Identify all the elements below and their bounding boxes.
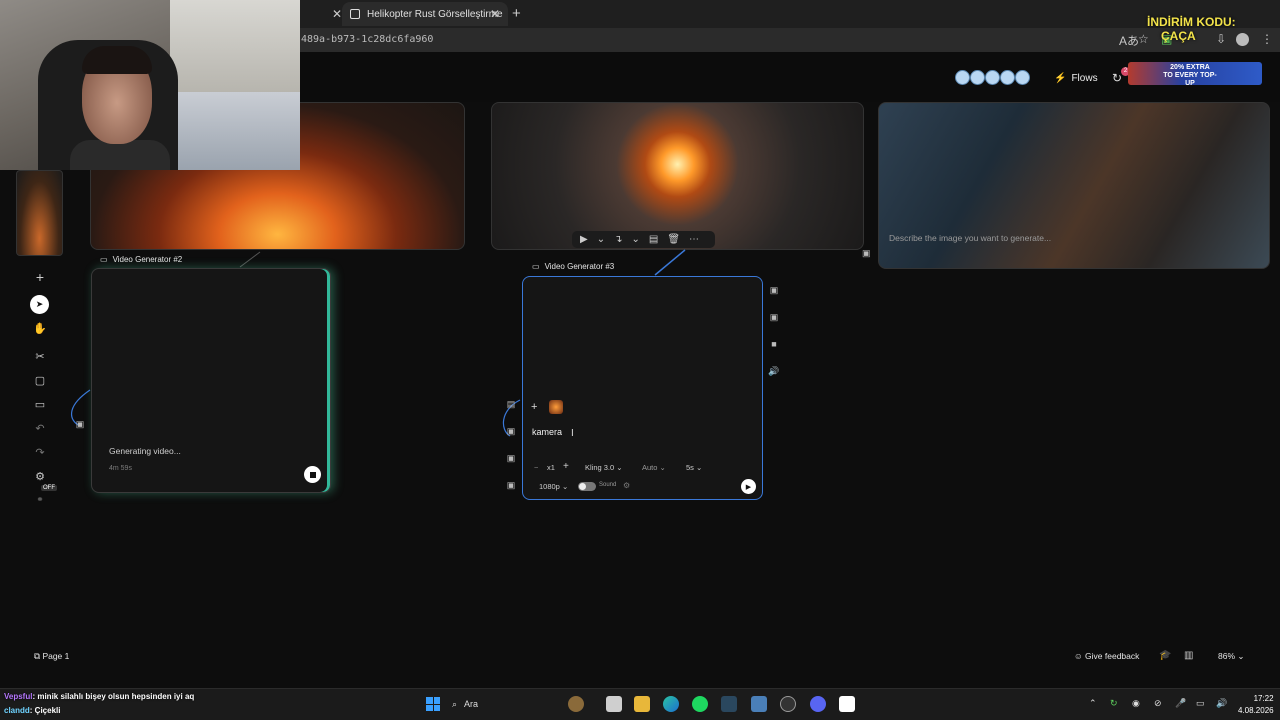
tray-sync-icon[interactable]: ↻ (1110, 698, 1118, 709)
reference-thumbnail[interactable] (549, 400, 563, 414)
image-input-icon[interactable]: ▣ (504, 426, 518, 437)
file-explorer-icon[interactable] (634, 696, 650, 712)
sound-toggle[interactable] (578, 482, 596, 491)
search-label: Ara (464, 699, 479, 709)
node-label: Video Generator #2 (112, 255, 183, 264)
clock-time: 17:22 (1253, 694, 1274, 703)
task-view-icon[interactable] (606, 696, 622, 712)
redo-icon[interactable]: ↷ (33, 446, 47, 459)
search-highlight-icon[interactable] (568, 696, 584, 712)
page-label: Page 1 (42, 651, 70, 661)
feedback-label: Give feedback (1085, 651, 1140, 661)
feedback-button[interactable]: ☺ Give feedback (1074, 651, 1139, 661)
obs-icon[interactable] (780, 696, 796, 712)
scissors-icon[interactable]: ✂ (33, 350, 47, 363)
toggle-knob (579, 483, 586, 490)
taskbar-search[interactable]: ⌕ Ara (452, 694, 478, 714)
text-input-icon[interactable]: ▤ (504, 399, 518, 410)
aspect-select[interactable]: Auto ⌄ (642, 463, 666, 472)
increment-icon[interactable]: + (563, 461, 569, 472)
webcam-shirt (70, 140, 170, 170)
learn-icon[interactable]: 🎓 (1159, 650, 1171, 661)
stop-button[interactable] (304, 466, 321, 483)
audio-output-icon[interactable]: 🔊 (767, 366, 781, 377)
node-label: Video Generator #3 (544, 262, 615, 271)
settings-icon[interactable]: ⚙ (33, 470, 47, 483)
undo-icon[interactable]: ↶ (33, 422, 47, 435)
chat-message: clandd: Çiçekli (4, 706, 61, 715)
note-icon[interactable]: ▢ (33, 374, 47, 387)
feedback-icon: ☺ (1074, 651, 1086, 661)
duration-select[interactable]: 5s ⌄ (686, 463, 702, 472)
settings-icon[interactable]: ⚙ (623, 481, 630, 490)
stop-icon (309, 471, 316, 478)
windows-start-icon[interactable] (426, 697, 440, 711)
webcam-window (170, 0, 300, 95)
video-icon: ▭ (100, 255, 108, 264)
clock-date: 4.08.2026 (1238, 706, 1274, 715)
search-icon: ⌕ (452, 698, 458, 709)
tray-display-icon[interactable]: ▭ (1196, 698, 1205, 709)
tray-steam-icon[interactable]: ◉ (1132, 698, 1140, 709)
node-header[interactable]: ▭ Video Generator #3 (532, 262, 614, 271)
chat-message: Vepsful: minik silahlı bişey olsun hepsi… (4, 692, 195, 701)
zoom-value: 86% (1218, 651, 1236, 661)
aspect-value: Auto (642, 463, 658, 472)
app-icon[interactable] (751, 696, 767, 712)
count-value: x1 (547, 463, 555, 472)
webcam-hair (82, 46, 152, 74)
tray-volume-icon[interactable]: 🔊 (1216, 698, 1227, 709)
discount-code-overlay: İNDİRİM KODU: ÇAÇA (1147, 15, 1236, 43)
text-cursor-icon: I (571, 428, 574, 439)
spotify-icon[interactable] (692, 696, 708, 712)
tray-chevron-icon[interactable]: ⌃ (1089, 698, 1097, 709)
hand-tool-icon[interactable]: ✋ (33, 322, 47, 335)
webcam-overlay (0, 0, 300, 170)
off-badge: OFF (41, 485, 57, 491)
decrement-icon[interactable]: − (534, 463, 538, 472)
webcam-bed (170, 92, 300, 170)
generation-elapsed: 4m 59s (109, 465, 132, 472)
taskbar-clock[interactable]: 17:22 4.08.2026 (1238, 693, 1274, 717)
resolution-select[interactable]: 1080p ⌄ (539, 482, 568, 491)
discount-line2: ÇAÇA (1161, 29, 1196, 43)
generate-button[interactable]: ▶ (741, 479, 756, 494)
map-icon[interactable]: ▥ (1184, 650, 1193, 661)
capcut-icon[interactable] (839, 696, 855, 712)
discord-icon[interactable] (810, 696, 826, 712)
video-output-icon[interactable]: ■ (767, 339, 781, 349)
sound-label: Sound (599, 482, 617, 488)
edge-icon[interactable] (663, 696, 679, 712)
image-output-icon[interactable]: ▣ (767, 312, 781, 323)
node-header[interactable]: ▭ Video Generator #2 (100, 255, 182, 264)
image-input-icon[interactable]: ▣ (504, 480, 518, 491)
chat-text: Çiçekli (34, 706, 61, 715)
add-reference-button[interactable]: + (531, 401, 537, 413)
duration-value: 5s (686, 463, 694, 472)
tray-mic-icon[interactable]: 🎤 (1175, 698, 1186, 709)
model-value: Kling 3.0 (585, 463, 615, 472)
page-selector[interactable]: ⧉ Page 1 (34, 651, 69, 662)
comment-icon[interactable]: ▭ (33, 398, 47, 411)
discount-line1: İNDİRİM KODU: (1147, 15, 1236, 29)
tray-wifi-off-icon[interactable]: ⊘ (1154, 698, 1162, 709)
image-output-icon[interactable]: ▣ (767, 285, 781, 296)
play-icon: ▶ (745, 483, 752, 491)
image-input-icon[interactable]: ▣ (504, 453, 518, 464)
generation-status: Generating video... (109, 446, 181, 456)
prompt-input[interactable]: kamera (532, 427, 562, 437)
select-tool-icon[interactable]: ➤ (30, 295, 49, 314)
chat-username: clandd (4, 706, 30, 715)
zoom-selector[interactable]: 86% ⌄ (1218, 651, 1245, 662)
video-generator-node[interactable] (91, 268, 331, 493)
image-input-icon[interactable]: ▣ (73, 419, 87, 430)
steam-icon[interactable] (721, 696, 737, 712)
video-icon: ▭ (532, 262, 540, 271)
chat-text: minik silahlı bişey olsun hepsinden iyi … (37, 692, 195, 701)
model-select[interactable]: Kling 3.0 ⌄ (585, 463, 623, 472)
resolution-value: 1080p (539, 482, 560, 491)
add-node-icon[interactable]: + (33, 269, 47, 285)
link-icon[interactable]: ⚭ (33, 494, 47, 505)
chat-username: Vepsful (4, 692, 33, 701)
